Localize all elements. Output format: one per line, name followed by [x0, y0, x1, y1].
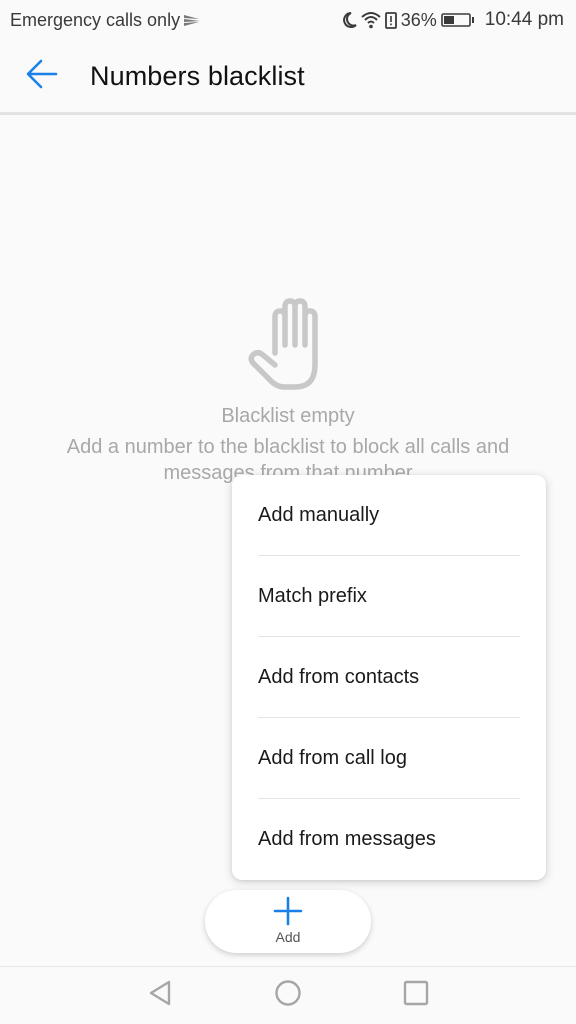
navigation-bar [0, 966, 576, 1024]
status-right: 36% 10:44 pm [341, 9, 564, 31]
add-options-menu: Add manually Match prefix Add from conta… [232, 475, 546, 880]
clock: 10:44 pm [484, 9, 564, 30]
menu-item-add-from-call-log[interactable]: Add from call log [232, 718, 546, 799]
menu-item-label: Add from contacts [258, 666, 420, 688]
empty-title: Blacklist empty [221, 405, 355, 427]
add-button[interactable]: Add [205, 890, 371, 953]
arrow-left-icon [26, 59, 58, 94]
carrier-text: Emergency calls only [10, 9, 181, 30]
app-bar-divider [0, 112, 576, 115]
nav-recent-icon [403, 980, 429, 1011]
status-bar: Emergency calls only 36% 10:44 pm [0, 0, 576, 40]
nav-home-button[interactable] [272, 979, 304, 1011]
battery-icon [440, 12, 475, 28]
add-label: Add [275, 929, 301, 945]
menu-item-label: Add manually [258, 504, 380, 526]
swift-key-icon [183, 13, 201, 27]
battery-percent: 36% [400, 9, 437, 30]
menu-item-add-from-messages[interactable]: Add from messages [232, 799, 546, 880]
moon-icon [341, 11, 357, 29]
hand-stop-icon [243, 295, 333, 395]
battery-alert-icon [384, 11, 397, 29]
status-left: Emergency calls only [10, 10, 201, 31]
back-button[interactable] [0, 40, 88, 113]
nav-back-icon [147, 979, 173, 1012]
plus-icon [273, 896, 303, 926]
page-title: Numbers blacklist [90, 61, 305, 91]
menu-item-match-prefix[interactable]: Match prefix [232, 556, 546, 637]
nav-home-icon [274, 979, 302, 1012]
menu-item-label: Add from messages [258, 828, 436, 850]
menu-item-label: Add from call log [258, 747, 407, 769]
menu-item-add-from-contacts[interactable]: Add from contacts [232, 637, 546, 718]
app-bar: Numbers blacklist [0, 40, 576, 113]
wifi-icon [361, 11, 381, 29]
empty-state: Blacklist empty Add a number to the blac… [0, 295, 576, 486]
nav-recent-button[interactable] [400, 979, 432, 1011]
menu-item-label: Match prefix [258, 585, 367, 607]
menu-item-add-manually[interactable]: Add manually [232, 475, 546, 556]
nav-back-button[interactable] [144, 979, 176, 1011]
